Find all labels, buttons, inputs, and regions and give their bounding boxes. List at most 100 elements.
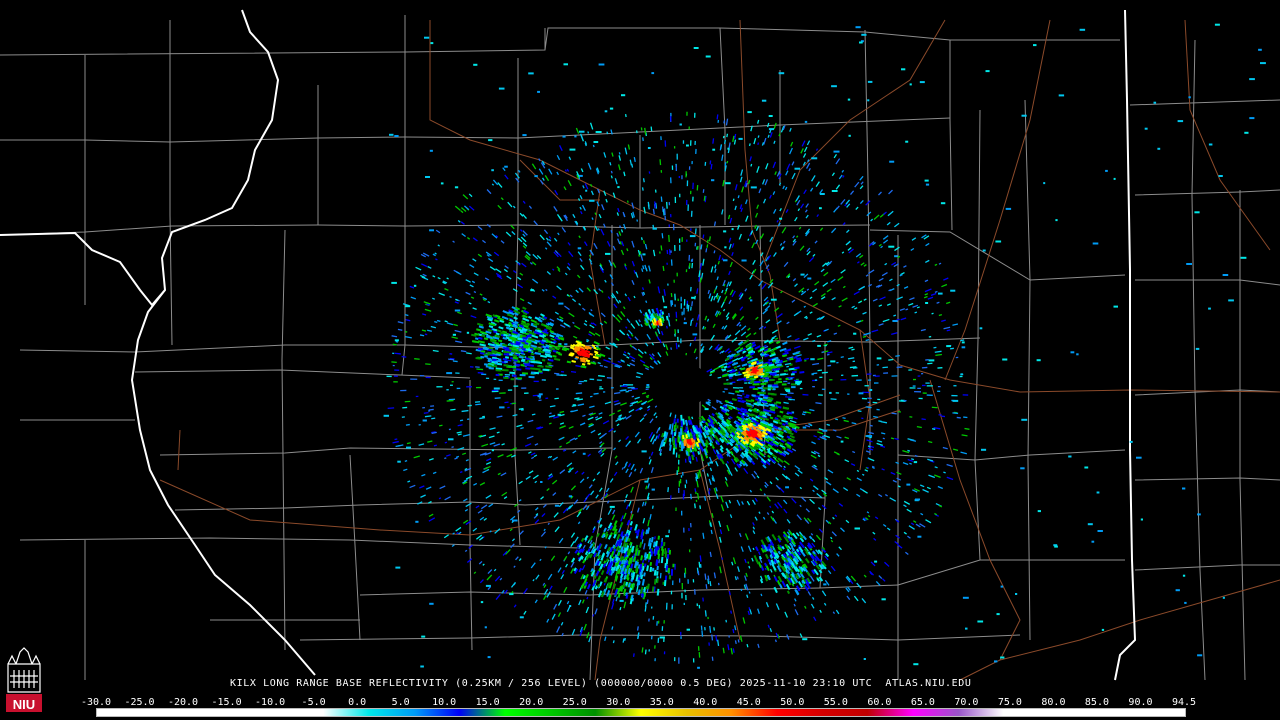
radar-echo: [419, 374, 425, 377]
radar-echo: [678, 487, 680, 493]
radar-echo: [814, 379, 817, 381]
radar-echo: [670, 115, 672, 122]
radar-echo: [909, 83, 912, 86]
radar-echo: [686, 111, 688, 116]
radar-echo: [691, 296, 695, 299]
radar-echo: [822, 429, 828, 432]
radar-echo: [829, 391, 832, 394]
radar-echo: [499, 406, 505, 409]
radar-echo: [940, 202, 946, 205]
radar-echo: [768, 128, 775, 131]
radar-echo: [646, 384, 650, 386]
radar-echo: [562, 135, 566, 138]
radar-echo: [821, 388, 826, 390]
radar-echo: [538, 397, 541, 399]
radar-echo: [678, 657, 680, 664]
radar-echo: [791, 386, 796, 389]
radar-echo: [1005, 207, 1012, 210]
radar-echo: [683, 527, 685, 533]
radar-echo: [687, 579, 689, 584]
radar-echo: [913, 378, 917, 381]
radar-echo: [484, 363, 488, 366]
radar-echo: [732, 387, 740, 389]
radar-echo: [436, 386, 443, 388]
radar-echo: [493, 378, 497, 380]
radar-echo: [1260, 62, 1266, 65]
radar-map: [0, 0, 1280, 720]
radar-echo: [819, 207, 822, 210]
radar-echo: [779, 217, 783, 220]
radar-echo: [1222, 596, 1225, 599]
radar-echo: [915, 498, 920, 501]
radar-echo: [475, 386, 482, 389]
radar-echo: [1101, 628, 1105, 631]
radar-echo: [621, 94, 626, 97]
radar-echo: [679, 193, 681, 198]
radar-echo: [687, 204, 689, 211]
radar-echo: [684, 589, 686, 593]
radar-echo: [685, 479, 688, 484]
radar-echo: [429, 229, 434, 232]
radar-echo: [660, 169, 663, 173]
radar-echo: [831, 85, 837, 88]
radar-echo: [796, 383, 800, 386]
radar-echo: [394, 369, 400, 371]
radar-echo: [678, 238, 681, 243]
radar-echo: [683, 602, 685, 606]
radar-echo: [493, 387, 500, 390]
radar-echo: [977, 620, 984, 623]
radar-echo: [683, 317, 686, 321]
radar-echo: [856, 379, 862, 381]
radar-echo: [795, 382, 801, 385]
radar-echo: [831, 190, 838, 192]
radar-echo: [876, 357, 882, 360]
radar-echo: [979, 327, 983, 330]
radar-echo: [578, 174, 583, 177]
radar-echo: [823, 583, 827, 586]
radar-echo: [1129, 440, 1133, 443]
radar-echo: [1258, 48, 1262, 51]
radar-echo: [538, 393, 543, 396]
radar-echo: [1136, 456, 1142, 459]
radar-echo: [1091, 540, 1095, 543]
radar-echo: [609, 107, 614, 110]
radar-echo: [769, 378, 775, 382]
radar-echo: [677, 329, 679, 334]
radar-echo: [761, 389, 766, 392]
radar-echo: [668, 202, 671, 206]
radar-echo: [1000, 656, 1005, 659]
radar-echo: [680, 475, 683, 478]
radar-echo: [778, 72, 785, 75]
radar-echo: [913, 663, 919, 666]
radar-echo: [579, 130, 585, 133]
radar-echo: [705, 55, 711, 58]
radar-echo: [647, 147, 651, 149]
radar-echo: [727, 147, 730, 150]
radar-echo: [995, 240, 1002, 243]
radar-echo: [682, 140, 685, 144]
radar-echo: [605, 252, 611, 255]
radar-echo: [524, 392, 529, 394]
radar-echo: [659, 636, 665, 639]
radar-echo: [690, 228, 692, 231]
radar-echo: [1188, 96, 1191, 99]
radar-echo: [420, 665, 424, 668]
radar-echo: [681, 311, 683, 316]
radar-echo: [589, 378, 595, 381]
radar-echo: [674, 563, 676, 570]
radar-echo: [654, 658, 656, 662]
radar-echo: [685, 594, 687, 601]
radar-echo: [938, 292, 943, 295]
radar-echo: [440, 182, 444, 185]
radar-echo: [681, 175, 683, 180]
radar-echo: [383, 414, 389, 417]
radar-echo: [712, 148, 716, 151]
radar-echo: [509, 371, 515, 374]
radar-echo: [953, 385, 957, 387]
radar-echo: [749, 386, 755, 389]
radar-echo: [829, 379, 833, 381]
radar-echo: [859, 41, 863, 44]
radar-echo: [512, 519, 518, 522]
radar-echo: [674, 304, 676, 307]
radar-echo: [981, 448, 987, 451]
